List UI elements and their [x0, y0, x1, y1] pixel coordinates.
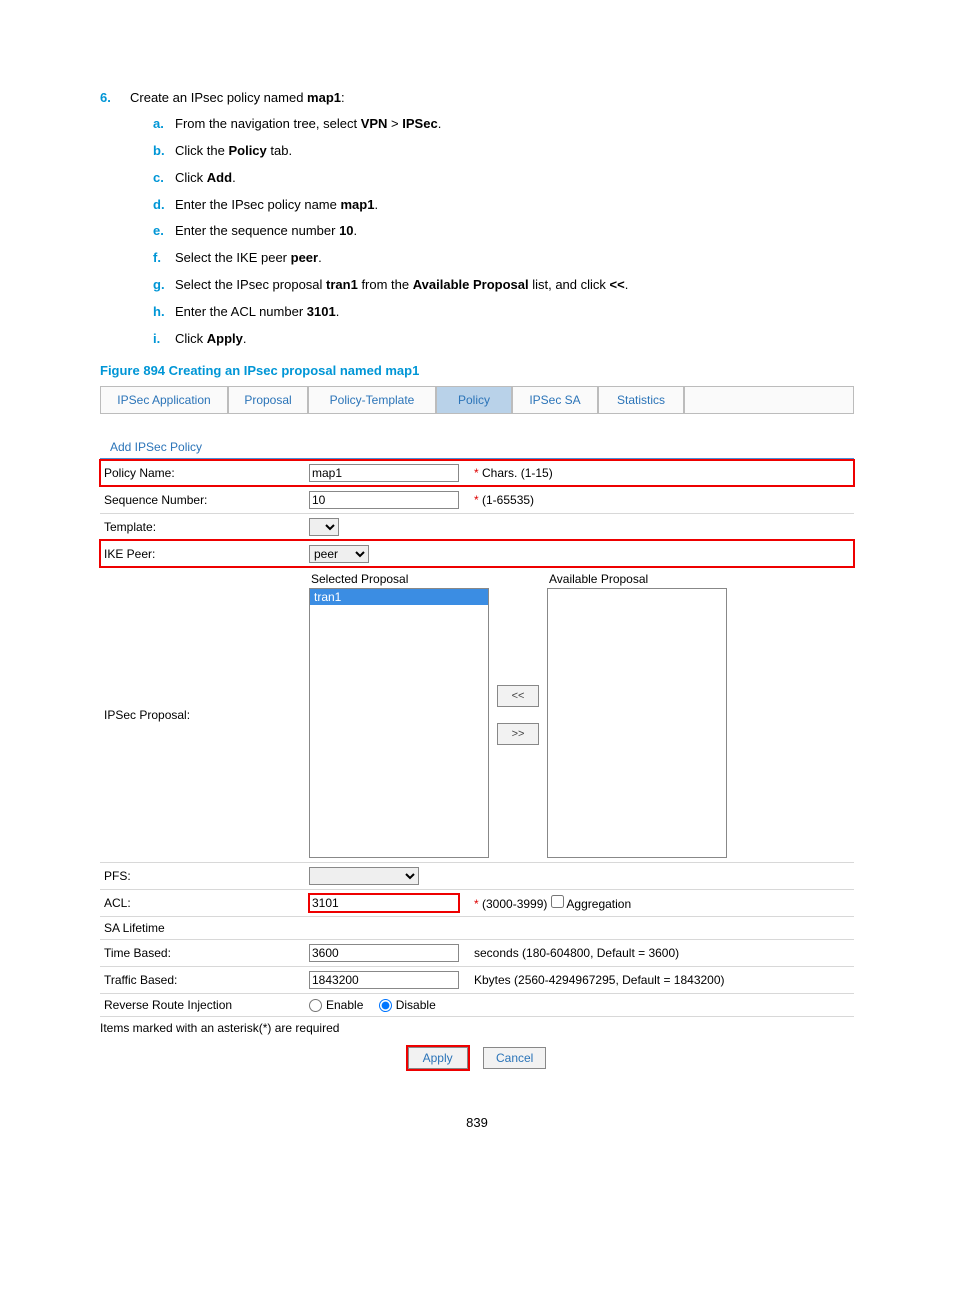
time-based-label: Time Based:	[100, 939, 305, 966]
required-star: *	[474, 493, 482, 507]
sub-c-letter: c.	[153, 169, 175, 188]
traffic-based-input[interactable]	[309, 971, 459, 989]
step-text-bold: map1	[307, 90, 341, 105]
seq-hint: (1-65535)	[482, 493, 534, 507]
acl-hint: (3000-3999)	[482, 897, 547, 911]
pfs-label: PFS:	[100, 862, 305, 889]
sub-g-letter: g.	[153, 276, 175, 295]
seq-label: Sequence Number:	[100, 486, 305, 513]
sub-b-letter: b.	[153, 142, 175, 161]
step-number: 6.	[100, 90, 130, 105]
ipsec-proposal-label: IPSec Proposal:	[100, 567, 305, 862]
time-based-input[interactable]	[309, 944, 459, 962]
required-star: *	[474, 897, 482, 911]
move-right-button[interactable]: >>	[497, 723, 539, 745]
ike-label: IKE Peer:	[100, 540, 305, 567]
tab-proposal[interactable]: Proposal	[228, 386, 308, 413]
aggregation-checkbox[interactable]	[551, 895, 564, 908]
rri-enable-radio[interactable]	[309, 999, 322, 1012]
tab-ipsec-application[interactable]: IPSec Application	[100, 386, 228, 413]
acl-input[interactable]	[309, 894, 459, 912]
acl-label: ACL:	[100, 889, 305, 916]
sub-i-text: Click Apply.	[175, 330, 854, 349]
rri-label: Reverse Route Injection	[100, 993, 305, 1016]
selected-proposal-list[interactable]: tran1	[309, 588, 489, 858]
selected-proposal-header: Selected Proposal	[309, 572, 489, 586]
tab-spacer	[684, 386, 854, 413]
tab-policy-template[interactable]: Policy-Template	[308, 386, 436, 413]
move-left-button[interactable]: <<	[497, 685, 539, 707]
seq-input[interactable]	[309, 491, 459, 509]
sub-i-letter: i.	[153, 330, 175, 349]
pfs-select[interactable]	[309, 867, 419, 885]
tab-ipsec-sa[interactable]: IPSec SA	[512, 386, 598, 413]
tab-statistics[interactable]: Statistics	[598, 386, 684, 413]
sub-f-letter: f.	[153, 249, 175, 268]
sub-c-text: Click Add.	[175, 169, 854, 188]
sa-lifetime-label: SA Lifetime	[100, 916, 854, 939]
ike-select[interactable]: peer	[309, 545, 369, 563]
sub-a-letter: a.	[153, 115, 175, 134]
rri-disable-label[interactable]: Disable	[379, 998, 436, 1012]
sub-h-letter: h.	[153, 303, 175, 322]
policy-name-hint: Chars. (1-15)	[482, 466, 553, 480]
sub-g-text: Select the IPsec proposal tran1 from the…	[175, 276, 854, 295]
template-select[interactable]	[309, 518, 339, 536]
tab-policy[interactable]: Policy	[436, 386, 512, 413]
traffic-based-hint: Kbytes (2560-4294967295, Default = 18432…	[470, 966, 854, 993]
page-number: 839	[100, 1115, 854, 1130]
aggregation-label: Aggregation	[566, 897, 631, 911]
available-proposal-list[interactable]	[547, 588, 727, 858]
step-text-post: :	[341, 90, 345, 105]
time-based-hint: seconds (180-604800, Default = 3600)	[470, 939, 854, 966]
policy-name-label: Policy Name:	[100, 460, 305, 487]
policy-name-input[interactable]	[309, 464, 459, 482]
section-title: Add IPSec Policy	[100, 414, 854, 460]
figure-caption: Figure 894 Creating an IPsec proposal na…	[100, 363, 854, 378]
cancel-button[interactable]: Cancel	[483, 1047, 546, 1069]
rri-enable-label[interactable]: Enable	[309, 998, 363, 1012]
list-item[interactable]: tran1	[310, 589, 488, 605]
sub-h-text: Enter the ACL number 3101.	[175, 303, 854, 322]
rri-disable-radio[interactable]	[379, 999, 392, 1012]
available-proposal-header: Available Proposal	[547, 572, 727, 586]
sub-b-text: Click the Policy tab.	[175, 142, 854, 161]
sub-f-text: Select the IKE peer peer.	[175, 249, 854, 268]
required-footnote: Items marked with an asterisk(*) are req…	[100, 1017, 854, 1041]
sub-e-text: Enter the sequence number 10.	[175, 222, 854, 241]
traffic-based-label: Traffic Based:	[100, 966, 305, 993]
step-text: Create an IPsec policy named map1:	[130, 90, 854, 105]
required-star: *	[474, 466, 482, 480]
apply-button[interactable]: Apply	[408, 1047, 468, 1069]
step-text-pre: Create an IPsec policy named	[130, 90, 307, 105]
template-label: Template:	[100, 513, 305, 540]
sub-d-text: Enter the IPsec policy name map1.	[175, 196, 854, 215]
sub-e-letter: e.	[153, 222, 175, 241]
sub-d-letter: d.	[153, 196, 175, 215]
sub-a-text: From the navigation tree, select VPN > I…	[175, 115, 854, 134]
tab-bar: IPSec Application Proposal Policy-Templa…	[100, 386, 854, 414]
